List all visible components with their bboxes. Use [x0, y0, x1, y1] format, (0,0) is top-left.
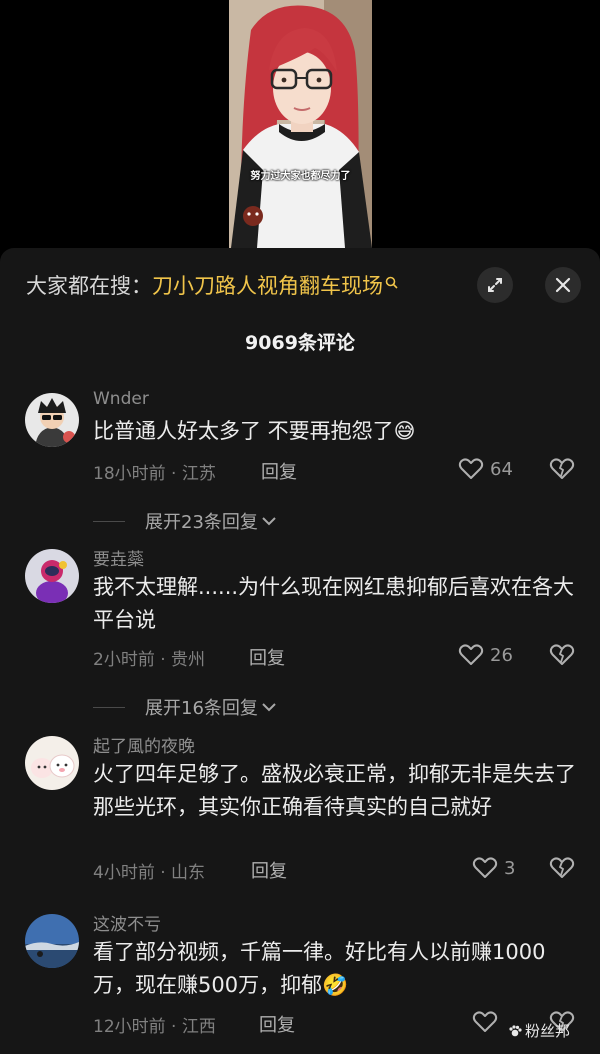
watermark: 粉丝邦	[508, 1020, 570, 1041]
avatar[interactable]	[25, 914, 79, 968]
reply-button[interactable]: 回复	[251, 857, 287, 883]
divider-line	[93, 706, 125, 708]
reply-button[interactable]: 回复	[249, 644, 285, 670]
close-icon	[555, 277, 571, 293]
expand-replies-button[interactable]: 展开23条回复	[93, 508, 277, 534]
comment-text: 看了部分视频，千篇一律。好比有人以前赚1000万，现在赚500万，抑郁🤣	[93, 940, 546, 997]
expand-replies-label: 展开23条回复	[145, 512, 258, 533]
search-suggestion[interactable]: 大家都在搜：刀小刀路人视角翻车现场	[26, 270, 398, 300]
comment-meta: 4小时前 · 山东	[93, 863, 206, 883]
dislike-button[interactable]	[549, 643, 575, 671]
comment-meta: 18小时前 · 江苏	[93, 464, 216, 484]
like-button[interactable]: 3	[472, 856, 515, 880]
chevron-down-icon	[262, 703, 276, 712]
like-count: 26	[490, 644, 513, 666]
comment-count-title: 9069条评论	[245, 332, 355, 354]
close-button[interactable]	[545, 267, 581, 303]
avatar[interactable]	[25, 393, 79, 447]
expand-replies-button[interactable]: 展开16条回复	[93, 694, 277, 720]
comment-text: 火了四年足够了。盛极必衰正常，抑郁无非是失去了那些光环，其实你正确看待真实的自己…	[93, 762, 576, 819]
heart-icon	[458, 458, 484, 479]
comment-username[interactable]: Wnder	[93, 389, 149, 409]
video-thumbnail[interactable]: 努力过大家也都尽力了	[229, 0, 372, 248]
reply-button[interactable]: 回复	[259, 1011, 295, 1037]
like-count: 3	[504, 857, 516, 879]
fullscreen-button[interactable]	[477, 267, 513, 303]
heart-icon	[472, 857, 498, 878]
broken-heart-icon	[549, 857, 575, 878]
paw-icon	[509, 1024, 522, 1036]
video-area[interactable]: 努力过大家也都尽力了	[0, 0, 600, 248]
search-prefix: 大家都在搜：	[26, 274, 152, 298]
comment-username[interactable]: 这波不亏	[93, 910, 161, 935]
comment-meta: 12小时前 · 江西	[93, 1017, 216, 1037]
comment-meta: 2小时前 · 贵州	[93, 650, 206, 670]
expand-replies-label: 展开16条回复	[145, 698, 258, 719]
video-caption: 努力过大家也都尽力了	[250, 171, 351, 182]
search-query-link[interactable]: 刀小刀路人视角翻车现场	[152, 274, 383, 298]
search-icon	[385, 276, 398, 289]
chevron-down-icon	[262, 517, 276, 526]
comments-panel: 大家都在搜：刀小刀路人视角翻车现场 9069条评论 Wnder 比普通人好太多了…	[0, 248, 600, 1054]
broken-heart-icon	[549, 644, 575, 665]
dislike-button[interactable]	[549, 457, 575, 485]
dislike-button[interactable]	[549, 856, 575, 884]
watermark-text: 粉丝邦	[525, 1022, 571, 1040]
comment-username[interactable]: 要垚蘂	[93, 545, 144, 570]
comment-text: 比普通人好太多了 不要再抱怨了😅	[93, 419, 416, 443]
like-count: 64	[490, 458, 513, 480]
reply-button[interactable]: 回复	[261, 458, 297, 484]
comment-username[interactable]: 起了風的夜晚	[93, 732, 195, 757]
divider-line	[93, 520, 125, 522]
like-button[interactable]: 26	[458, 643, 513, 667]
avatar[interactable]	[25, 736, 79, 790]
avatar[interactable]	[25, 549, 79, 603]
expand-icon	[488, 278, 502, 292]
broken-heart-icon	[549, 458, 575, 479]
comment-text: 我不太理解......为什么现在网红患抑郁后喜欢在各大平台说	[93, 575, 575, 632]
heart-icon	[458, 644, 484, 665]
video-person-image	[229, 0, 372, 248]
heart-icon	[472, 1011, 498, 1032]
like-button[interactable]	[472, 1010, 504, 1034]
like-button[interactable]: 64	[458, 457, 513, 481]
